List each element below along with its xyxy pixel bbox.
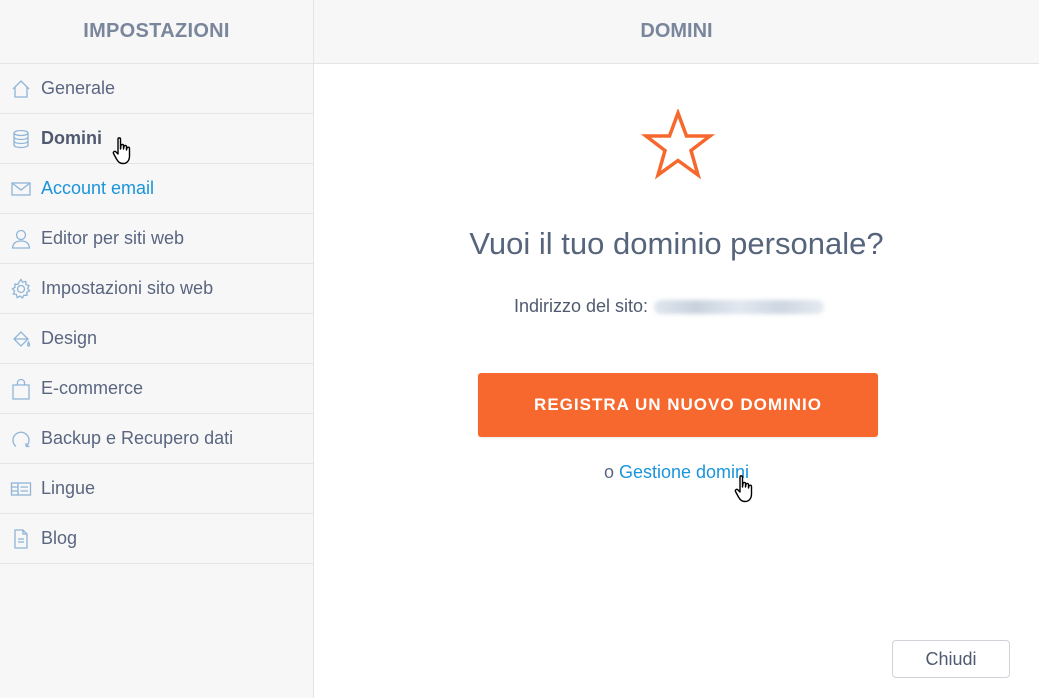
site-address: Indirizzo del sito: [514,296,825,317]
user-icon [9,227,33,251]
manage-domains-prefix: o [603,462,614,482]
sidebar-item-blog[interactable]: Blog [0,514,313,564]
sidebar-item-label: Lingue [41,478,96,498]
site-address-value-blurred [654,299,825,314]
document-icon [9,527,33,551]
sidebar-item-label: Generale [41,78,116,98]
sidebar-title: IMPOSTAZIONI [0,0,313,64]
envelope-icon [9,177,33,201]
sidebar-item-generale[interactable]: Generale [0,64,313,114]
sidebar-item-editor[interactable]: Editor per siti web [0,214,313,264]
sidebar-item-label: Impostazioni sito web [41,278,214,298]
register-domain-button[interactable]: REGISTRA UN NUOVO DOMINIO [478,373,878,437]
star-icon [640,109,716,180]
sidebar-item-label: Account email [41,178,155,198]
sidebar-item-lingue[interactable]: Lingue [0,464,313,514]
database-icon [9,127,33,151]
sidebar-item-domini[interactable]: Domini [0,114,313,164]
sidebar-item-ecommerce[interactable]: E-commerce [0,364,313,414]
sidebar-item-impostazioni-sito[interactable]: Impostazioni sito web [0,264,313,314]
home-icon [9,77,33,101]
close-button[interactable]: Chiudi [892,640,1010,678]
site-address-label: Indirizzo del sito: [514,296,649,316]
settings-sidebar: IMPOSTAZIONI Generale Domini Account ema… [0,0,314,698]
paint-bucket-icon [9,327,33,351]
page-title: DOMINI [314,0,1039,64]
shopping-bag-icon [9,377,33,401]
sidebar-item-design[interactable]: Design [0,314,313,364]
sidebar-item-label: Design [41,328,98,348]
sidebar-item-account-email[interactable]: Account email [0,164,313,214]
manage-domains-line: o Gestione domini [314,462,1039,483]
sidebar-item-label: Domini [41,128,102,148]
gear-icon [9,277,33,301]
promo-headline: Vuoi il tuo dominio personale? [469,226,884,261]
sidebar-item-label: Backup e Recupero dati [41,428,234,448]
sidebar-item-label: Editor per siti web [41,228,185,248]
languages-icon [9,477,33,501]
manage-domains-link[interactable]: Gestione domini [619,462,749,482]
refresh-icon [9,427,33,451]
sidebar-item-backup[interactable]: Backup e Recupero dati [0,414,313,464]
sidebar-item-label: E-commerce [41,378,144,398]
sidebar-item-label: Blog [41,528,78,548]
domains-panel: Vuoi il tuo dominio personale? Indirizzo… [314,64,1039,698]
